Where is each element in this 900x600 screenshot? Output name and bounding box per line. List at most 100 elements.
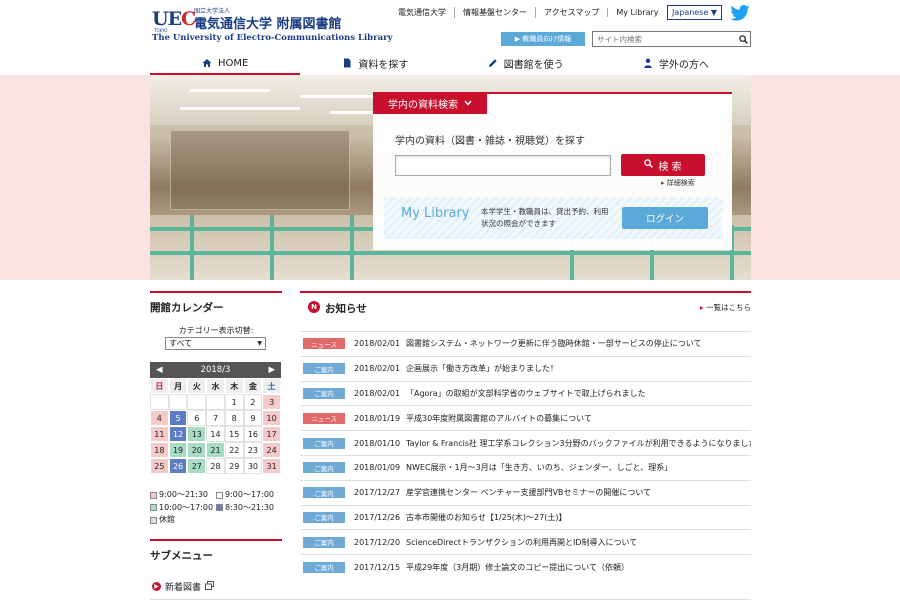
calendar-weekday: 火	[187, 378, 207, 394]
news-tag-badge: ご案内	[303, 487, 345, 499]
legend-item: 10:00～17:00	[150, 502, 216, 515]
news-item[interactable]: ニュース 2018/01/19 平成30年度附属図書館のアルバイトの募集について	[300, 405, 751, 430]
calendar-day: 11	[150, 426, 169, 442]
calendar-weekday: 木	[224, 378, 244, 394]
catalog-search-button-label: 検 索	[658, 161, 682, 173]
legend-item: 9:00～21:30	[150, 489, 216, 502]
catalog-search-tab-label: 学内の資料検索	[388, 99, 458, 111]
calendar-day: 9	[243, 410, 263, 426]
news-item[interactable]: ご案内 2018/01/09 NWEC展示・1月～3月は「生き方、いのち、ジェンダー…	[300, 454, 751, 480]
calendar-day: 12	[168, 426, 188, 442]
calendar-day: 29	[224, 458, 244, 474]
news-date: 2017/12/26	[354, 512, 401, 522]
news-item[interactable]: ご案内 2017/12/27 産学官連携センター ベンチャー支援部門VBセミナーの開…	[300, 479, 751, 505]
legend-item: 休館	[150, 514, 216, 527]
news-item[interactable]: ご案内 2018/01/10 Taylor & Francis社 理工学系コレクショ…	[300, 430, 751, 455]
document-icon	[342, 58, 352, 68]
top-link-mylibrary[interactable]: My Library	[607, 8, 666, 17]
calendar-day: 23	[243, 442, 263, 458]
calendar-day: 17	[262, 426, 281, 442]
submenu-new-books[interactable]: ▶ 新着図書	[152, 580, 215, 593]
calendar-day: 7	[206, 410, 225, 426]
calendar-empty-cell	[168, 394, 188, 410]
news-tag-badge: ご案内	[303, 437, 345, 449]
twitter-icon[interactable]	[730, 5, 750, 21]
category-select[interactable]: すべて ▼	[165, 337, 266, 350]
news-date: 2017/12/20	[354, 537, 401, 547]
calendar-header: ◀ 2018/3 ▶	[150, 362, 281, 378]
nav-visitors[interactable]: 学外の方へ	[601, 52, 751, 74]
news-title-link[interactable]: 平成30年度附属図書館のアルバイトの募集について	[406, 413, 592, 424]
top-link-itc[interactable]: 情報基盤センター	[454, 7, 535, 18]
advanced-search-link[interactable]: 詳細検索	[661, 178, 695, 188]
calendar-weekday: 土	[262, 378, 281, 394]
news-tag-badge: ご案内	[303, 511, 345, 523]
news-title-link[interactable]: 産学官連携センター ベンチャー支援部門VBセミナーの開催について	[406, 487, 651, 498]
calendar-day: 1	[224, 394, 244, 410]
prev-month-icon[interactable]: ◀	[156, 365, 163, 375]
search-icon[interactable]	[736, 32, 750, 46]
news-title-link[interactable]: 古本市開催のお知らせ【1/25(木)～27(土)】	[406, 512, 566, 523]
calendar-day: 8	[224, 410, 244, 426]
home-icon	[202, 58, 212, 68]
news-title-link[interactable]: ScienceDirectトランザクションの利用再開とID制導入について	[406, 537, 637, 548]
news-item[interactable]: ご案内 2018/02/01 「Agora」の取組が文部科学省のウェブサイトで取上げ…	[300, 380, 751, 406]
catalog-search-input[interactable]	[395, 155, 611, 176]
staff-info-button[interactable]: ▶ 教職員向け情報	[501, 32, 585, 46]
nav-search-materials[interactable]: 資料を探す	[300, 52, 450, 74]
external-window-icon	[205, 580, 215, 593]
calendar-day: 22	[224, 442, 244, 458]
calendar-day: 15	[224, 426, 244, 442]
site-search-box	[592, 31, 751, 47]
library-logo[interactable]: UEC TOKYO 国立大学法人 電気通信大学 附属図書館 The Univer…	[152, 6, 393, 44]
news-title-link[interactable]: 図書館システム・ネットワーク更新に伴う臨時休館・一部サービスの停止について	[406, 338, 702, 349]
news-item[interactable]: ご案内 2018/02/01 企画展示「働き方改革」が始まりました！	[300, 355, 751, 381]
calendar-weekday: 日	[150, 378, 169, 394]
calendar-empty-cell	[150, 394, 169, 410]
nav-home[interactable]: HOME	[150, 52, 301, 75]
calendar-day: 18	[150, 442, 169, 458]
calendar-day: 14	[206, 426, 225, 442]
logo-english-name: The University of Electro-Communications…	[152, 33, 393, 43]
next-month-icon[interactable]: ▶	[268, 365, 275, 375]
calendar-day: 26	[168, 458, 188, 474]
calendar-day: 31	[262, 458, 281, 474]
calendar-day: 3	[262, 394, 281, 410]
calendar-weekday: 水	[206, 378, 225, 394]
calendar-day: 13	[187, 426, 207, 442]
news-date: 2018/02/01	[354, 388, 401, 398]
submenu-section-title: サブメニュー	[150, 539, 282, 563]
catalog-search-title: 学内の資料（図書・雑誌・視聴覚）を探す	[395, 136, 585, 147]
news-item[interactable]: ご案内 2017/12/15 平成29年度（3月期）修士論文のコピー提出について（依…	[300, 554, 751, 579]
catalog-search-button[interactable]: 検 索	[621, 154, 705, 176]
calendar-day: 5	[168, 410, 188, 426]
news-date: 2018/02/01	[354, 339, 401, 349]
top-link-access[interactable]: アクセスマップ	[535, 7, 607, 18]
calendar-day: 20	[187, 442, 207, 458]
nav-use-library[interactable]: 図書館を使う	[451, 52, 601, 74]
login-button[interactable]: ログイン	[622, 207, 708, 229]
news-view-all-link[interactable]: 一覧はこちら	[700, 302, 751, 313]
legend-item: 8:30～21:30	[216, 502, 282, 515]
nav-use-label: 図書館を使う	[503, 59, 564, 71]
category-label: カテゴリー表示切替:	[178, 326, 254, 335]
main-nav: HOME 資料を探す 図書館を使う 学外の方へ	[150, 52, 751, 75]
calendar-grid: 日月火水木金土 1 2 3 4 5 6 7 8 9 10 11 12 13 14 15 16 17 18 19 20 21…	[150, 378, 281, 474]
news-date: 2018/01/19	[354, 413, 401, 423]
news-item[interactable]: ニュース 2018/02/01 図書館システム・ネットワーク更新に伴う臨時休館・一部…	[300, 331, 751, 356]
news-title-link[interactable]: Taylor & Francis社 理工学系コレクション3分野のバックファイルが…	[406, 438, 751, 449]
news-title-link[interactable]: NWEC展示・1月～3月は「生き方、いのち、ジェンダー、しごと、理系」	[406, 462, 672, 473]
chevron-down-icon	[464, 98, 472, 109]
site-search-input[interactable]	[593, 34, 736, 44]
news-title-link[interactable]: 「Agora」の取組が文部科学省のウェブサイトで取上げられました	[406, 388, 646, 399]
language-select[interactable]: Japanese ▼	[667, 5, 722, 20]
calendar-day: 24	[262, 442, 281, 458]
catalog-search-tab[interactable]: 学内の資料検索	[373, 92, 487, 114]
news-title-link[interactable]: 平成29年度（3月期）修士論文のコピー提出について（依頼）	[406, 562, 629, 573]
top-link-uec[interactable]: 電気通信大学	[398, 7, 454, 18]
calendar-weekday: 月	[168, 378, 188, 394]
news-title-link[interactable]: 企画展示「働き方改革」が始まりました！	[406, 363, 558, 374]
news-item[interactable]: ご案内 2017/12/26 古本市開催のお知らせ【1/25(木)～27(土)】	[300, 504, 751, 530]
news-header: N お知らせ 一覧はこちら	[300, 291, 751, 315]
news-item[interactable]: ご案内 2017/12/20 ScienceDirectトランザクションの利用再開と…	[300, 529, 751, 554]
